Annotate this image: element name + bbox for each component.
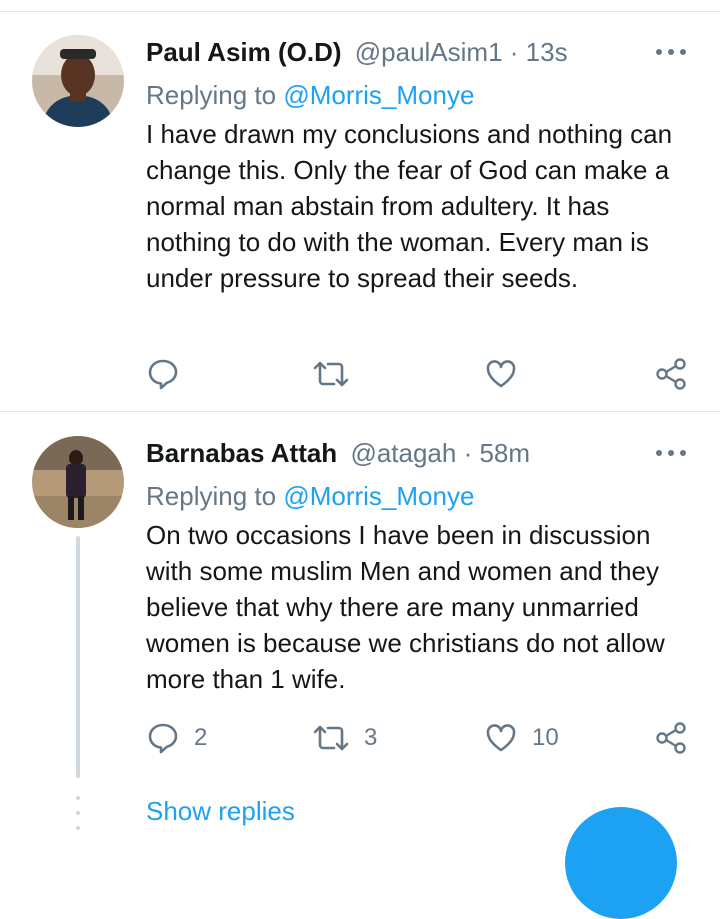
tweet-header: Paul Asim (O.D) @paulAsim1 · 13s: [146, 35, 568, 69]
tweet-divider: [0, 411, 720, 412]
thread-line: [76, 536, 80, 778]
more-icon[interactable]: [656, 35, 686, 69]
tweet-actions: 2 3 10: [146, 718, 696, 758]
author-name[interactable]: Paul Asim (O.D): [146, 37, 342, 67]
replying-handle-link[interactable]: @Morris_Monye: [283, 80, 474, 110]
share-button[interactable]: [654, 354, 688, 394]
tweet-text: On two occasions I have been in discussi…: [146, 520, 665, 694]
thread-dots: [75, 796, 81, 830]
tweet-header: Barnabas Attah @atagah · 58m: [146, 436, 530, 470]
retweet-button[interactable]: 3: [312, 718, 377, 758]
like-button[interactable]: [484, 354, 532, 394]
tweet-time[interactable]: 13s: [526, 37, 568, 67]
reply-icon: [148, 359, 178, 390]
heart-icon: [486, 724, 516, 752]
author-handle[interactable]: @paulAsim1: [355, 37, 503, 67]
compose-tweet-button[interactable]: [565, 807, 677, 919]
replying-prefix: Replying to: [146, 80, 284, 110]
replying-handle-link[interactable]: @Morris_Monye: [283, 481, 474, 511]
reply-icon: [148, 723, 178, 754]
replying-prefix: Replying to: [146, 481, 284, 511]
share-icon: [656, 358, 686, 390]
reply-count: 2: [194, 724, 208, 751]
share-button[interactable]: [654, 718, 688, 758]
share-icon: [656, 722, 686, 754]
tweet-text: I have drawn my conclusions and nothing …: [146, 119, 673, 293]
retweet-button[interactable]: [312, 354, 364, 394]
like-button[interactable]: 10: [484, 718, 559, 758]
avatar-barnabas-attah[interactable]: [32, 436, 124, 528]
replying-to: Replying to @Morris_Monye: [146, 479, 474, 513]
time-separator: ·: [502, 37, 526, 67]
time-separator: ·: [456, 438, 480, 468]
show-replies-link[interactable]: Show replies: [146, 794, 295, 828]
replying-to: Replying to @Morris_Monye: [146, 78, 474, 112]
author-name[interactable]: Barnabas Attah: [146, 438, 337, 468]
tweet-actions: [146, 354, 696, 394]
author-handle[interactable]: @atagah: [350, 438, 456, 468]
avatar-paul-asim[interactable]: [32, 35, 124, 127]
top-divider: [0, 11, 720, 12]
retweet-count: 3: [364, 724, 378, 751]
retweet-icon: [313, 725, 349, 751]
tweet-time[interactable]: 58m: [479, 438, 530, 468]
reply-button[interactable]: [146, 354, 194, 394]
more-icon[interactable]: [656, 436, 686, 470]
like-count: 10: [532, 724, 559, 751]
retweet-icon: [313, 361, 349, 387]
heart-icon: [486, 360, 516, 388]
reply-button[interactable]: 2: [146, 718, 207, 758]
